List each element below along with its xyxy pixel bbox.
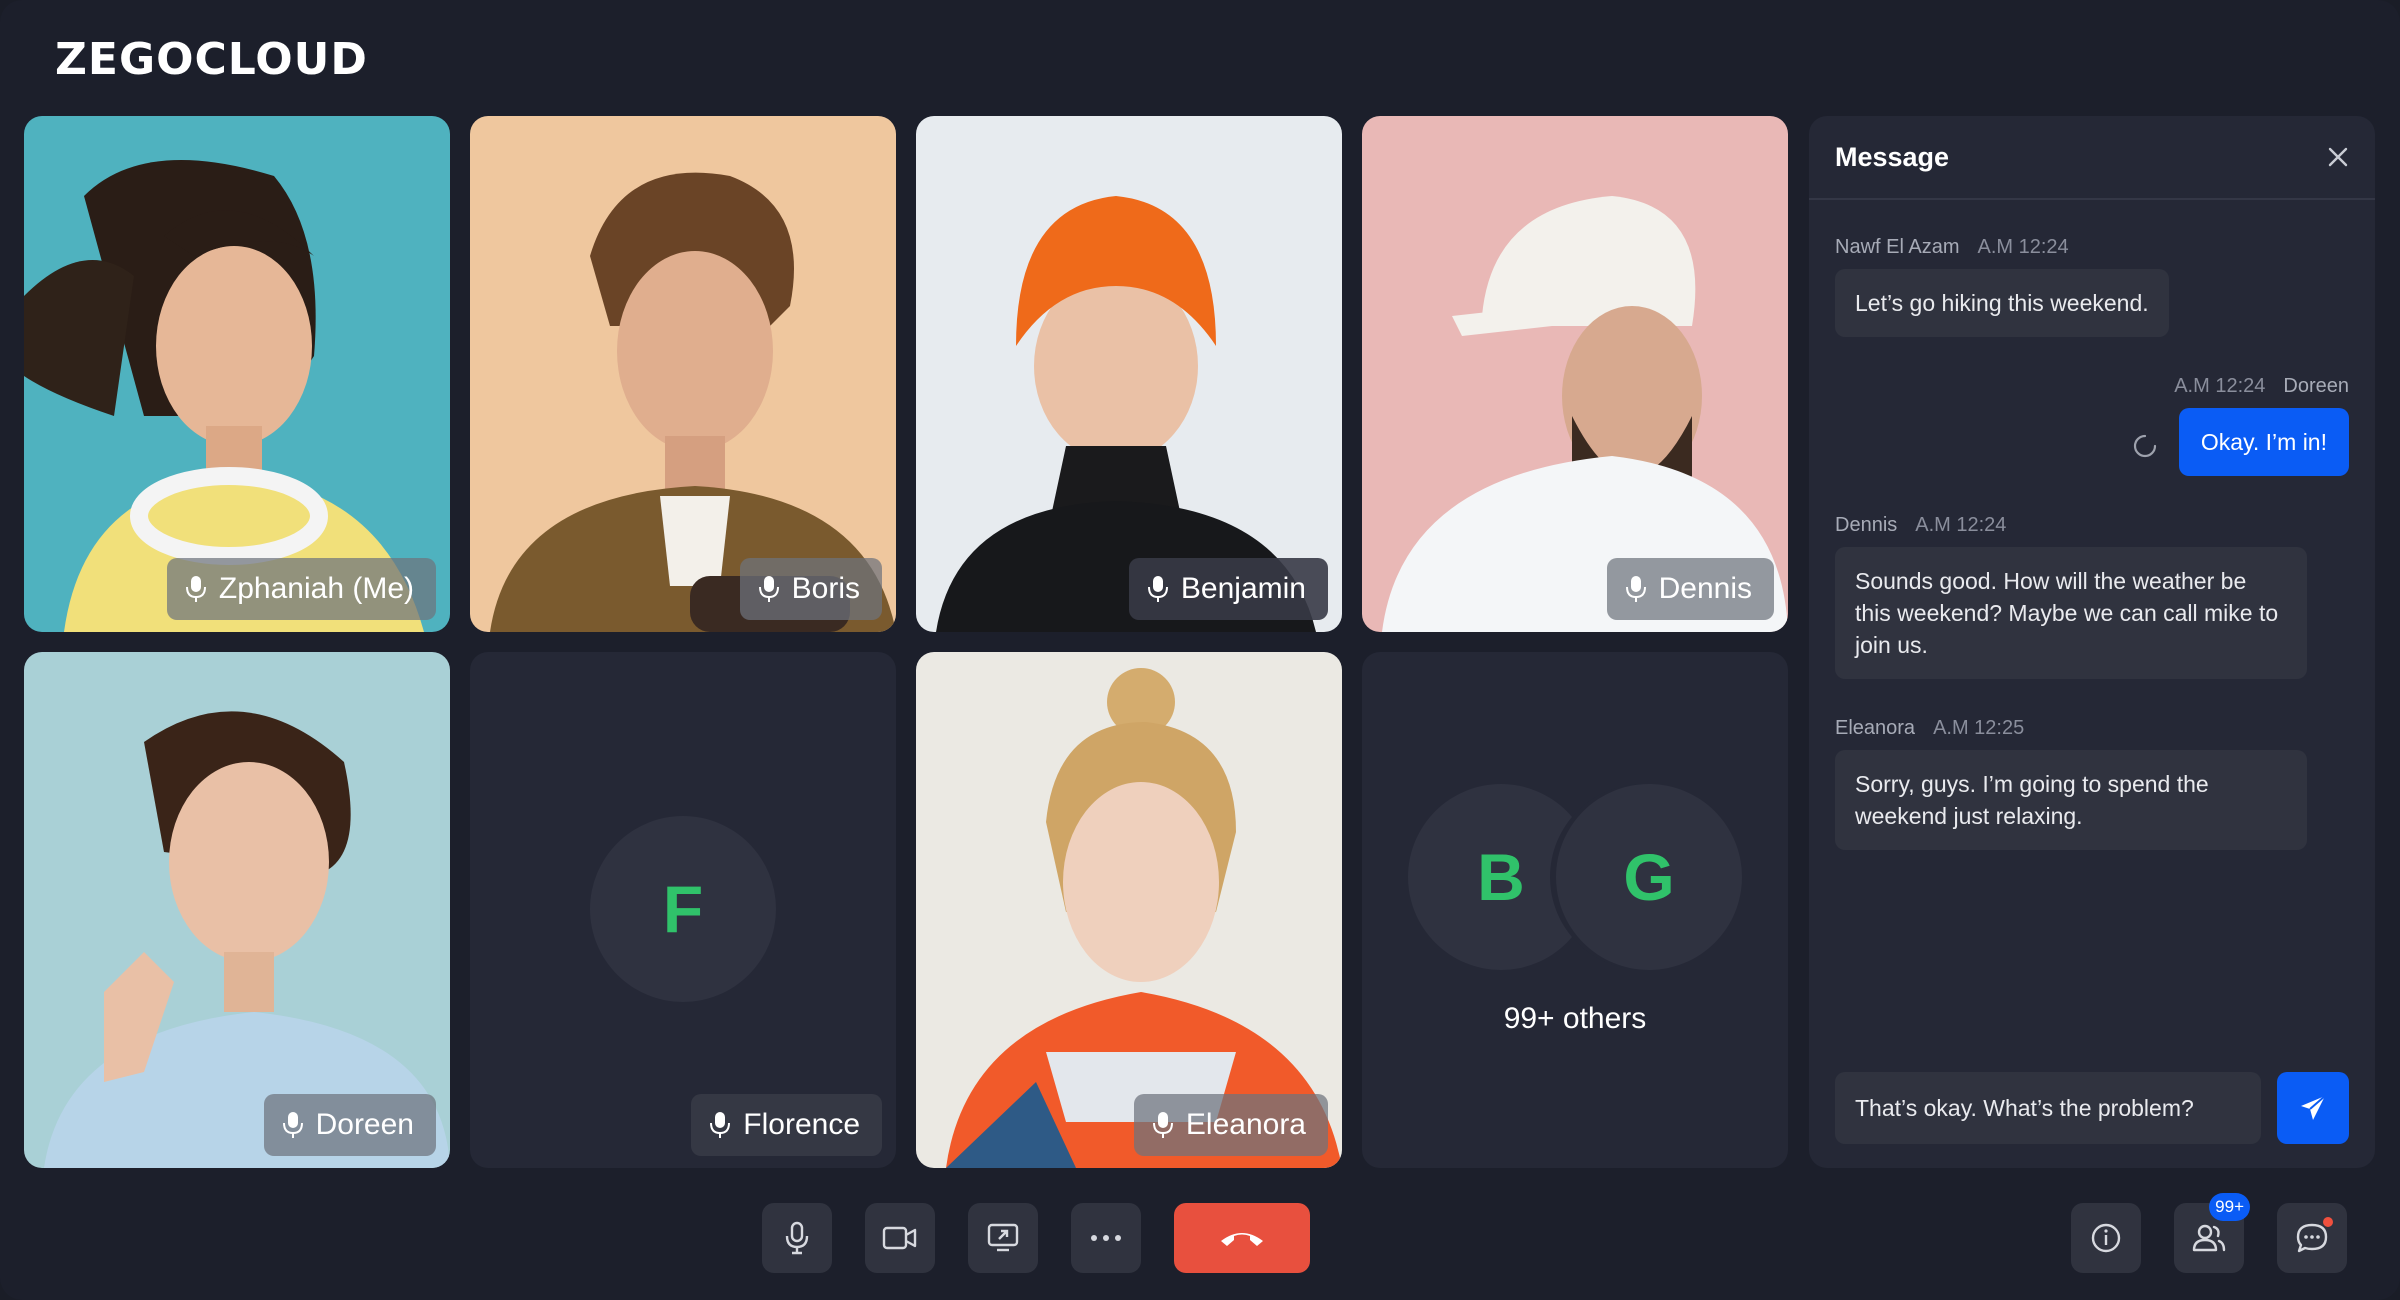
message-bubble: Sorry, guys. I’m going to spend the week… xyxy=(1835,750,2307,850)
microphone-icon xyxy=(1147,576,1168,602)
message-input[interactable] xyxy=(1835,1072,2261,1144)
participant-name: Doreen xyxy=(315,1108,414,1141)
microphone-icon xyxy=(1625,576,1646,602)
message-sender: Dennis xyxy=(1835,514,1898,536)
screen-share-icon xyxy=(987,1223,1019,1252)
others-count-label: 99+ others xyxy=(1503,1002,1647,1035)
participant-name-tag: Eleanora xyxy=(1133,1094,1328,1156)
video-camera-icon xyxy=(882,1226,917,1250)
message-time: A.M 12:24 xyxy=(1977,236,2069,258)
participant-name-tag: Benjamin xyxy=(1128,558,1328,620)
others-initial-avatar: G xyxy=(1556,784,1742,970)
participant-name: Florence xyxy=(743,1108,860,1141)
send-icon xyxy=(2301,1095,2326,1120)
close-icon[interactable] xyxy=(2327,146,2349,168)
message-bubble: Okay. I’m in! xyxy=(2178,408,2349,476)
video-tile-benjamin[interactable]: Benjamin xyxy=(916,116,1342,632)
participant-name: Dennis xyxy=(1658,572,1752,605)
microphone-icon xyxy=(710,1112,731,1138)
chat-message: Dennis A.M 12:24 Sounds good. How will th… xyxy=(1835,514,2307,679)
microphone-icon xyxy=(185,576,206,602)
camera-toggle-button[interactable] xyxy=(865,1203,935,1273)
video-tile-boris[interactable]: Boris xyxy=(470,116,896,632)
screen-share-button[interactable] xyxy=(968,1203,1038,1273)
participant-video xyxy=(1362,116,1788,632)
participant-name-tag: Florence xyxy=(691,1094,882,1156)
message-sender: Doreen xyxy=(2283,375,2349,397)
participant-initial-avatar: F xyxy=(590,816,776,1002)
video-tile-florence[interactable]: F Florence xyxy=(470,652,896,1168)
sending-spinner-icon xyxy=(2134,434,2157,457)
unread-dot xyxy=(2323,1217,2333,1227)
participant-video xyxy=(24,652,450,1168)
more-icon xyxy=(1091,1235,1121,1241)
participant-name-tag: Boris xyxy=(739,558,882,620)
info-icon xyxy=(2091,1223,2121,1253)
participant-name: Eleanora xyxy=(1185,1108,1306,1141)
video-tile-doreen[interactable]: Doreen xyxy=(24,652,450,1168)
microphone-icon xyxy=(1152,1112,1173,1138)
video-tile-dennis[interactable]: Dennis xyxy=(1362,116,1788,632)
send-button[interactable] xyxy=(2277,1072,2349,1144)
chat-message-mine: A.M 12:24 Doreen Okay. I’m in! xyxy=(2132,375,2349,476)
participant-name: Benjamin xyxy=(1180,572,1306,605)
participant-video xyxy=(470,116,896,632)
message-panel: Message Nawf El Azam A.M 12:24 Let’s go h… xyxy=(1809,116,2375,1168)
participant-name: Zphaniah (Me) xyxy=(218,572,414,605)
video-tile-eleanora[interactable]: Eleanora xyxy=(916,652,1342,1168)
message-panel-title: Message xyxy=(1835,141,1950,172)
participant-video xyxy=(916,116,1342,632)
microphone-icon xyxy=(785,1221,809,1255)
logo: ZEGOCLOUD xyxy=(55,34,368,85)
message-bubble: Let’s go hiking this weekend. xyxy=(1835,269,2169,337)
message-bubble: Sounds good. How will the weather be thi… xyxy=(1835,547,2307,679)
message-panel-header: Message xyxy=(1809,116,2375,200)
room-info-button[interactable] xyxy=(2071,1203,2141,1273)
participant-video xyxy=(916,652,1342,1168)
more-options-button[interactable] xyxy=(1071,1203,1141,1273)
microphone-icon xyxy=(282,1112,303,1138)
others-tile[interactable]: B G 99+ others xyxy=(1362,652,1788,1168)
message-time: A.M 12:25 xyxy=(1933,717,2025,739)
participant-name-tag: Doreen xyxy=(263,1094,436,1156)
participant-name-tag: Dennis xyxy=(1606,558,1774,620)
participants-button[interactable]: 99+ xyxy=(2174,1193,2250,1273)
participant-video xyxy=(24,116,450,632)
participants-count-badge: 99+ xyxy=(2209,1193,2250,1221)
people-icon xyxy=(2192,1224,2226,1252)
message-compose-row xyxy=(1835,1072,2349,1144)
participant-name-tag: Zphaniah (Me) xyxy=(166,558,436,620)
video-call-window: ZEGOCLOUD Zphaniah (Me) Boris Benjamin D… xyxy=(0,0,2400,1300)
message-sender: Eleanora xyxy=(1835,717,1916,739)
leave-call-button[interactable] xyxy=(1174,1203,1310,1273)
hang-up-icon xyxy=(1221,1233,1263,1246)
message-time: A.M 12:24 xyxy=(1915,514,2007,536)
chat-toggle-button[interactable] xyxy=(2277,1203,2347,1273)
microphone-toggle-button[interactable] xyxy=(762,1203,832,1273)
message-time: A.M 12:24 xyxy=(2174,375,2266,397)
chat-message: Eleanora A.M 12:25 Sorry, guys. I’m going… xyxy=(1835,717,2307,850)
microphone-icon xyxy=(758,576,779,602)
video-tile-zphaniah[interactable]: Zphaniah (Me) xyxy=(24,116,450,632)
message-sender: Nawf El Azam xyxy=(1835,236,1960,258)
participant-name: Boris xyxy=(791,572,860,605)
chat-message: Nawf El Azam A.M 12:24 Let’s go hiking th… xyxy=(1835,236,2169,337)
